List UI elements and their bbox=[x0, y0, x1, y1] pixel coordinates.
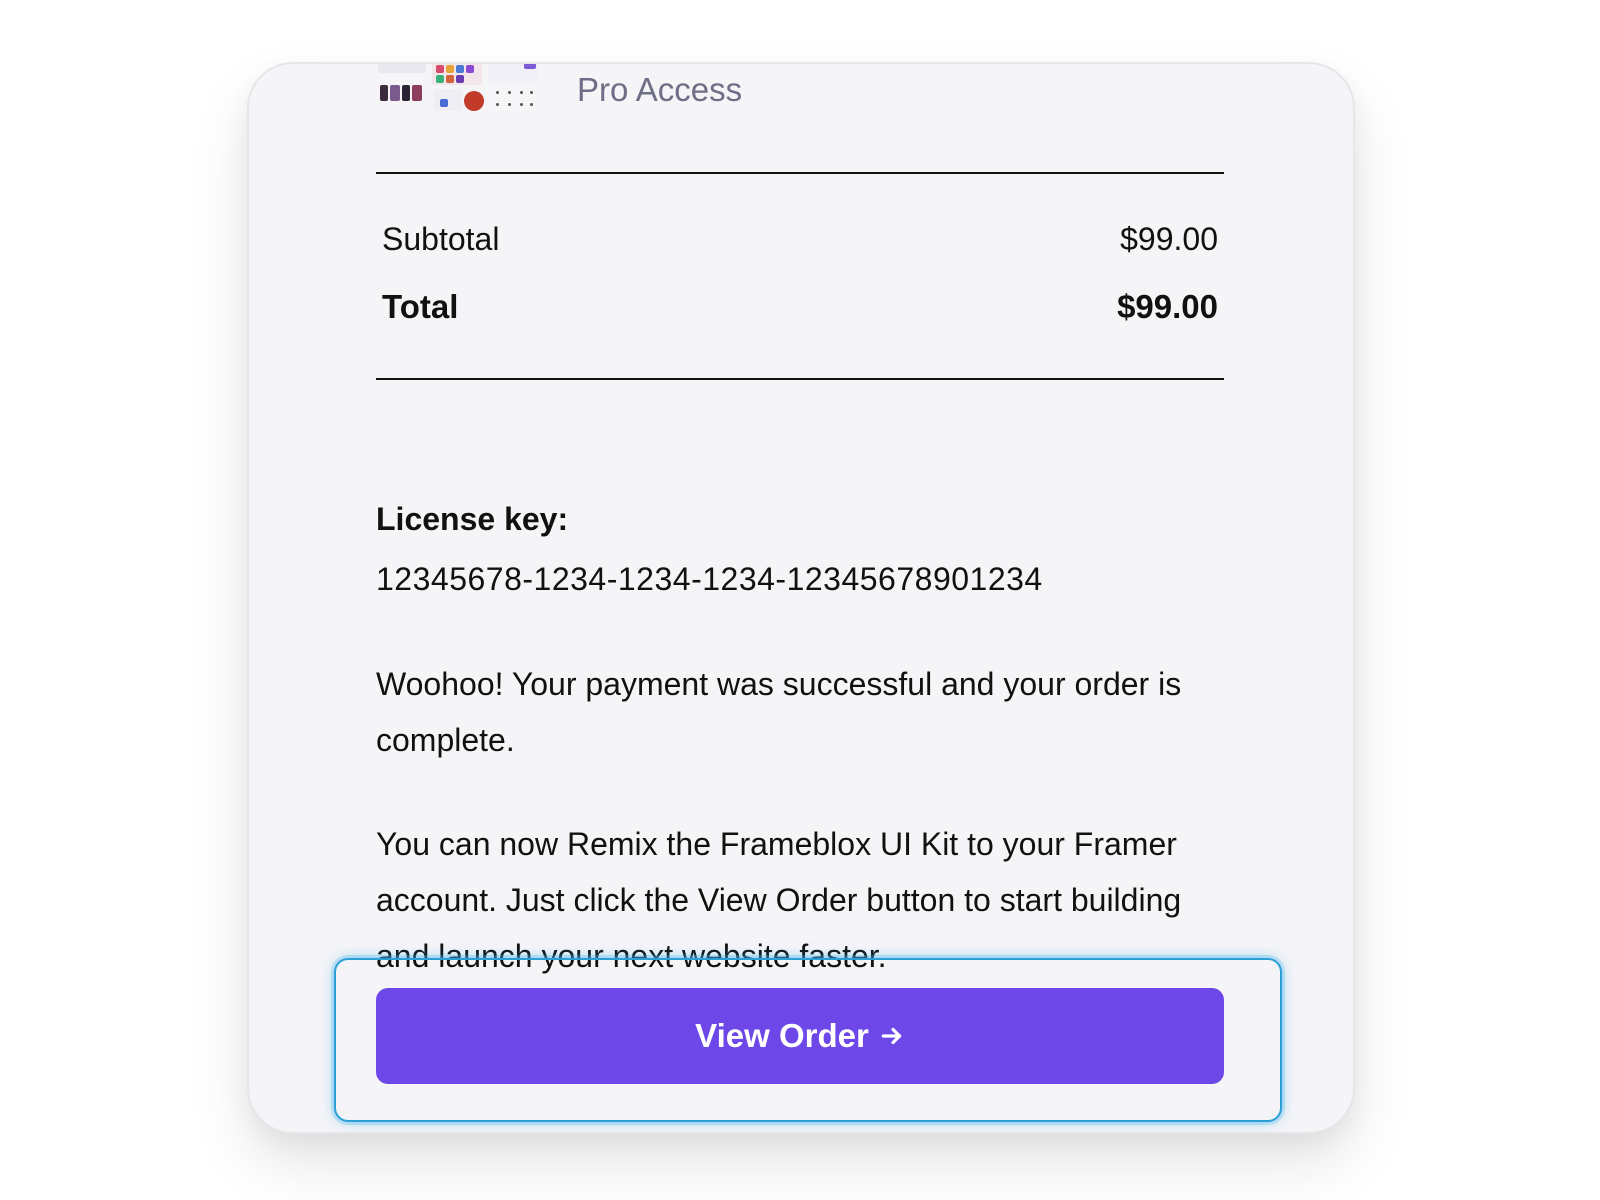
view-order-label: View Order bbox=[695, 1017, 869, 1054]
license-key-value: 12345678-1234-1234-1234-12345678901234 bbox=[376, 561, 1043, 597]
view-order-button[interactable]: View Order bbox=[376, 988, 1224, 1084]
divider-bottom bbox=[376, 378, 1224, 380]
total-label: Total bbox=[382, 288, 459, 325]
subtotal-row: Subtotal $99.00 bbox=[382, 218, 1218, 260]
product-row: Pro Access bbox=[376, 64, 743, 120]
arrow-right-icon bbox=[879, 1023, 905, 1049]
subtotal-label: Subtotal bbox=[382, 220, 500, 257]
product-name: Pro Access bbox=[577, 70, 743, 108]
product-thumbnail bbox=[376, 64, 541, 119]
total-row: Total $99.00 bbox=[382, 286, 1218, 328]
total-value: $99.00 bbox=[1117, 288, 1218, 325]
divider-top bbox=[376, 172, 1224, 174]
license-key-label: License key: bbox=[376, 501, 569, 537]
order-confirmation-card: Pro Access Subtotal $99.00 Total $99.00 … bbox=[247, 62, 1355, 1134]
subtotal-value: $99.00 bbox=[1120, 220, 1218, 257]
success-message: Woohoo! Your payment was successful and … bbox=[376, 666, 1182, 758]
